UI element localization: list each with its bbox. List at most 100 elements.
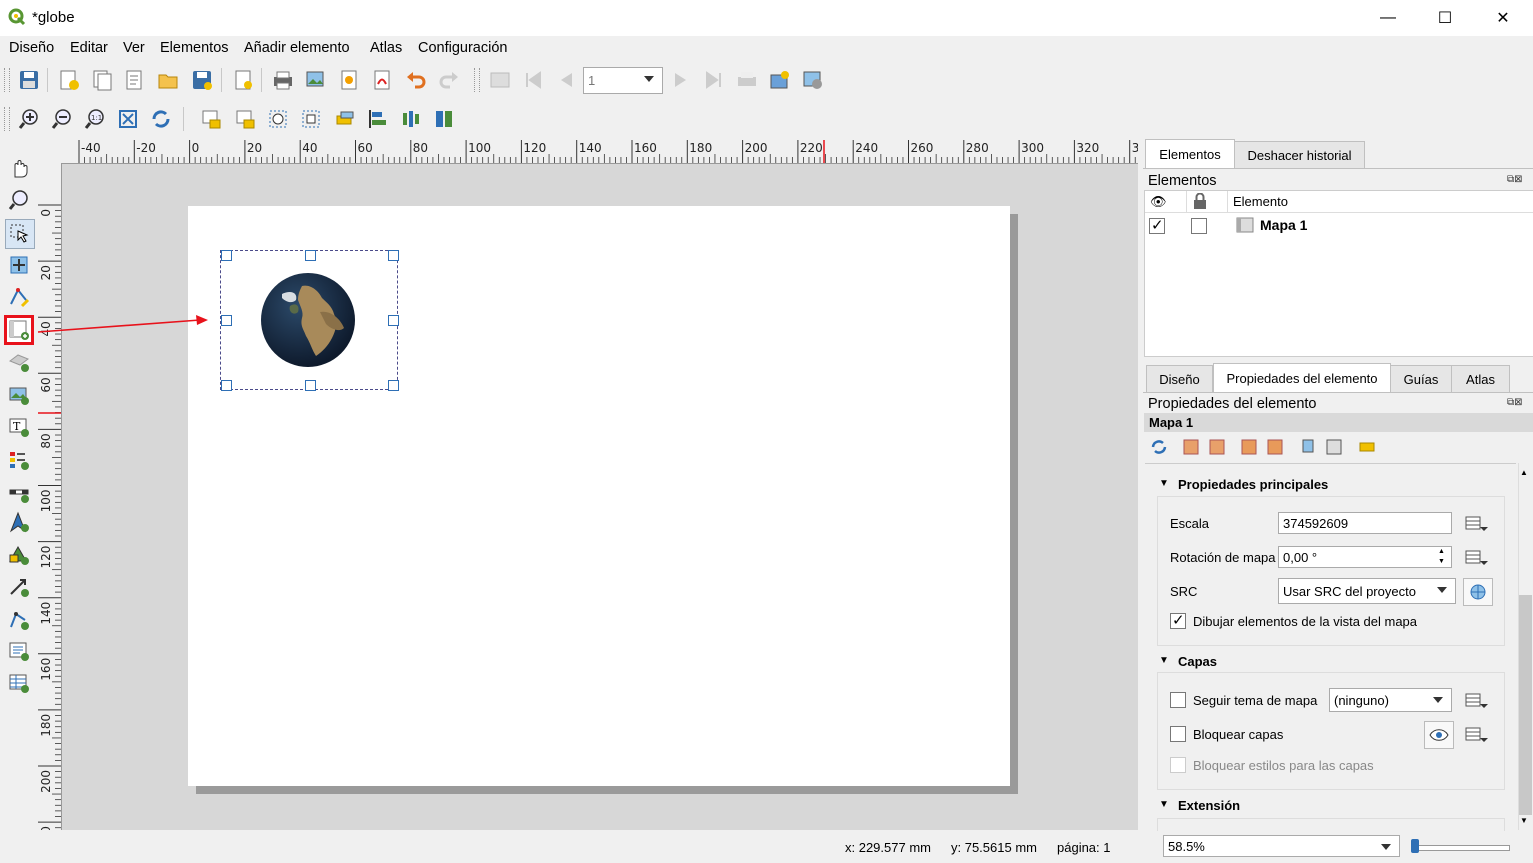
unlock-items-icon[interactable] — [232, 106, 258, 132]
export-pdf-icon[interactable] — [370, 67, 396, 93]
align-left-icon[interactable] — [365, 106, 391, 132]
collapse-capas-icon[interactable]: ▼ — [1159, 655, 1169, 666]
menu-editar[interactable]: Editar — [70, 40, 108, 56]
resize-handle-tr[interactable] — [388, 250, 399, 261]
update-preview-icon[interactable] — [1147, 435, 1171, 459]
zoom-out-icon[interactable] — [49, 106, 75, 132]
pan-hand-icon[interactable] — [6, 155, 32, 181]
move-content-icon[interactable] — [6, 252, 32, 278]
resize-handle-tl[interactable] — [221, 250, 232, 261]
add-picture-icon[interactable] — [6, 382, 32, 408]
print-atlas-icon[interactable] — [734, 67, 760, 93]
zoom-full-icon[interactable] — [115, 106, 141, 132]
atlas-page-combo[interactable]: 1 — [583, 67, 663, 94]
tema-select[interactable]: (ninguno) — [1329, 688, 1452, 712]
close-button[interactable]: ✕ — [1480, 0, 1526, 36]
maximize-button[interactable]: ☐ — [1422, 0, 1468, 36]
bloquear-estilos-checkbox[interactable] — [1170, 757, 1186, 773]
zoom-tool-icon[interactable] — [6, 187, 32, 213]
rotacion-spinner-icon[interactable]: ▲ ▼ — [1438, 547, 1445, 567]
group-capas[interactable]: Capas — [1178, 654, 1217, 669]
resize-handle-b[interactable] — [305, 380, 316, 391]
redo-icon[interactable] — [436, 67, 462, 93]
minimize-button[interactable]: — — [1365, 0, 1411, 36]
add-label-icon[interactable]: T — [6, 414, 32, 440]
ungroup-items-icon[interactable] — [298, 106, 324, 132]
group-extension[interactable]: Extensión — [1178, 798, 1240, 813]
rotacion-override-icon[interactable] — [1462, 546, 1490, 568]
add-north-arrow-icon[interactable] — [6, 509, 32, 535]
layers-eye-icon[interactable] — [1424, 721, 1454, 749]
next-feature-icon[interactable] — [668, 67, 694, 93]
menu-elementos[interactable]: Elementos — [160, 40, 229, 56]
add-html-icon[interactable] — [6, 638, 32, 664]
new-layout-icon[interactable] — [56, 67, 82, 93]
rotacion-input[interactable]: 0,00 ° — [1278, 546, 1452, 568]
zoom-actual-icon[interactable]: 1:1 — [82, 106, 108, 132]
tab-deshacer-historial[interactable]: Deshacer historial — [1234, 141, 1365, 168]
export-image-icon[interactable] — [303, 67, 329, 93]
resize-icon[interactable] — [431, 106, 457, 132]
zoom-slider[interactable] — [1414, 845, 1510, 851]
set-extent-icon[interactable] — [1179, 435, 1203, 459]
last-feature-icon[interactable] — [701, 67, 727, 93]
set-scale-icon[interactable] — [1237, 435, 1261, 459]
tab-propiedades-elemento[interactable]: Propiedades del elemento — [1213, 363, 1391, 392]
labeling-settings-icon[interactable] — [1322, 435, 1346, 459]
distribute-icon[interactable] — [398, 106, 424, 132]
bookmarks-icon[interactable] — [1296, 435, 1320, 459]
panel-float-close-icon[interactable]: ⧉⊠ — [1507, 174, 1523, 185]
layout-manager-icon[interactable] — [122, 67, 148, 93]
src-select[interactable]: Usar SRC del proyecto — [1278, 578, 1456, 604]
edit-nodes-icon[interactable] — [6, 284, 32, 310]
item-lock-checkbox[interactable] — [1191, 218, 1207, 234]
duplicate-layout-icon[interactable] — [90, 67, 116, 93]
escala-override-icon[interactable] — [1462, 512, 1490, 534]
collapse-extension-icon[interactable]: ▼ — [1159, 799, 1169, 810]
tab-diseno[interactable]: Diseño — [1146, 365, 1213, 392]
view-scale-icon[interactable] — [1263, 435, 1287, 459]
add-arrow-icon[interactable] — [6, 574, 32, 600]
add-map-icon[interactable] — [6, 317, 32, 343]
menu-diseno[interactable]: Diseño — [9, 40, 54, 56]
resize-handle-t[interactable] — [305, 250, 316, 261]
add-nodes-icon[interactable] — [6, 607, 32, 633]
refresh-icon[interactable] — [148, 106, 174, 132]
zoom-in-icon[interactable] — [16, 106, 42, 132]
tab-atlas[interactable]: Atlas — [1451, 365, 1510, 392]
resize-handle-r[interactable] — [388, 315, 399, 326]
capas-override-icon[interactable] — [1462, 723, 1490, 745]
dibujar-vista-checkbox[interactable] — [1170, 611, 1186, 629]
first-feature-icon[interactable] — [520, 67, 546, 93]
select-move-icon[interactable] — [5, 219, 35, 249]
save-as-template-icon[interactable] — [189, 67, 215, 93]
save-icon[interactable] — [16, 67, 42, 93]
props-float-close-icon[interactable]: ⧉⊠ — [1507, 397, 1523, 408]
menu-anadir-elemento[interactable]: Añadir elemento — [244, 40, 350, 56]
tema-override-icon[interactable] — [1462, 689, 1490, 711]
menu-ver[interactable]: Ver — [123, 40, 145, 56]
page-setup-icon[interactable] — [230, 67, 256, 93]
group-items-icon[interactable] — [265, 106, 291, 132]
zoom-slider-handle[interactable] — [1411, 839, 1419, 853]
tab-guias[interactable]: Guías — [1390, 365, 1452, 392]
seguir-tema-checkbox[interactable] — [1170, 692, 1186, 708]
src-globe-icon[interactable] — [1463, 578, 1493, 606]
export-svg-icon[interactable] — [337, 67, 363, 93]
group-propiedades-principales[interactable]: Propiedades principales — [1178, 477, 1328, 492]
menu-configuracion[interactable]: Configuración — [418, 40, 507, 56]
add-legend-icon[interactable] — [6, 447, 32, 473]
add-shape-icon[interactable] — [6, 542, 32, 568]
resize-handle-l[interactable] — [221, 315, 232, 326]
bloquear-capas-checkbox[interactable] — [1170, 726, 1186, 742]
resize-handle-br[interactable] — [388, 380, 399, 391]
add-attribute-table-icon[interactable] — [6, 670, 32, 696]
open-folder-icon[interactable] — [155, 67, 181, 93]
resize-handle-bl[interactable] — [221, 380, 232, 391]
item-name-mapa-1[interactable]: Mapa 1 — [1260, 217, 1307, 233]
export-atlas-icon[interactable] — [767, 67, 793, 93]
collapse-main-icon[interactable]: ▼ — [1159, 478, 1169, 489]
add-scalebar-icon[interactable] — [6, 480, 32, 506]
escala-input[interactable]: 374592609 — [1278, 512, 1452, 534]
view-extent-icon[interactable] — [1205, 435, 1229, 459]
